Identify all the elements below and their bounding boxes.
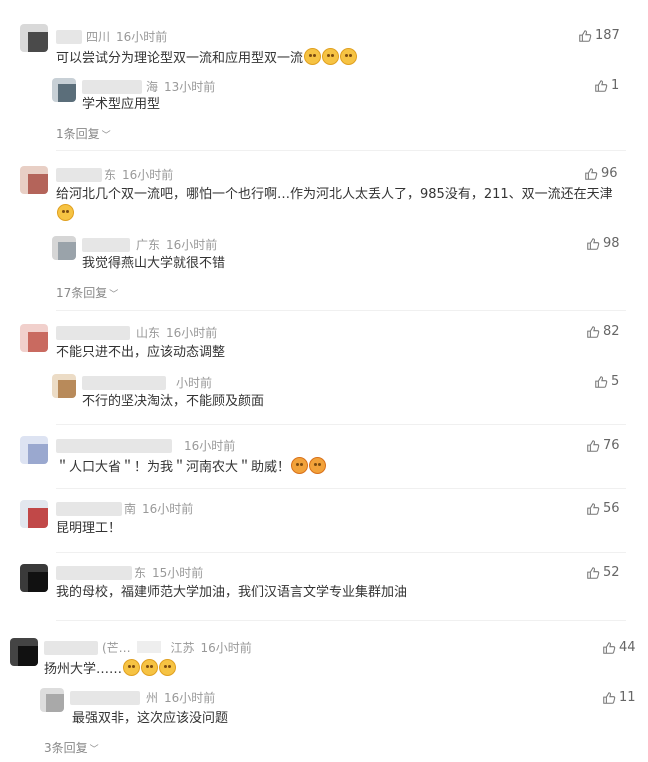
like-button[interactable]: 96 [584, 166, 618, 182]
laughing-cat-emoji-icon [141, 659, 159, 676]
divider [56, 424, 626, 425]
facepalm-emoji-icon [57, 204, 74, 221]
thumbs-up-icon [587, 503, 600, 515]
thumbs-up-icon [603, 692, 616, 704]
reply-text: 不行的坚决淘汰，不能顾及颜面 [82, 394, 265, 409]
thumbs-up-icon [595, 376, 608, 388]
comment-meta: 山东 16小时前 [136, 326, 218, 340]
chevron-down-icon: ﹀ [89, 745, 99, 755]
avatar[interactable] [20, 24, 48, 52]
reply-meta: 广东 16小时前 [136, 238, 218, 252]
like-button[interactable]: 52 [586, 565, 620, 581]
comment-list: 四川 16小时前 可以尝试分为理论型双一流和应用型双一流 187 海 13小时前 学… [0, 0, 648, 762]
divider [56, 150, 626, 151]
divider [56, 620, 626, 621]
comment-text: 不能只进不出，应该动态调整 [56, 345, 226, 360]
view-replies-link[interactable]: 1条回复 ﹀ [56, 126, 111, 144]
chevron-down-icon: ﹀ [109, 290, 119, 300]
divider [56, 552, 626, 553]
thumbs-up-icon [585, 168, 598, 180]
username-blurred[interactable] [56, 168, 102, 182]
like-button[interactable]: 187 [578, 28, 620, 44]
username-blurred[interactable] [44, 641, 98, 655]
view-replies-link[interactable]: 17条回复 ﹀ [56, 285, 118, 303]
reply-like-button[interactable]: 5 [594, 374, 619, 390]
reply-username-blurred[interactable] [82, 80, 142, 94]
laughing-cat-emoji-icon [340, 48, 358, 65]
comment-meta: 东 15小时前 [134, 566, 204, 580]
reply-avatar[interactable] [52, 236, 76, 260]
comment-text: 扬州大学…… [44, 659, 177, 679]
thumbs-up-icon [579, 30, 592, 42]
comment-text: ＂人口大省＂！为我＂河南农大＂助威！ [56, 457, 327, 477]
avatar[interactable] [20, 564, 48, 592]
reply-meta: 海 13小时前 [146, 80, 216, 94]
comment-meta: 16小时前 [184, 439, 236, 453]
comment-text: 昆明理工！ [56, 521, 122, 536]
comment-meta: 南 16小时前 [124, 502, 194, 516]
reply-username-blurred[interactable] [82, 238, 130, 252]
reply-text: 我觉得燕山大学就很不错 [82, 256, 226, 271]
view-replies-link[interactable]: 3条回复 ﹀ [44, 740, 99, 758]
thumbs-up-icon [587, 440, 600, 452]
avatar[interactable] [20, 324, 48, 352]
thumbs-up-icon [587, 326, 600, 338]
cheering-emoji-icon [291, 457, 309, 474]
reply-text: 学术型应用型 [82, 97, 161, 112]
avatar[interactable] [20, 436, 48, 464]
laughing-cat-emoji-icon [159, 659, 177, 676]
divider [56, 488, 626, 489]
comment-meta: 四川 16小时前 [86, 30, 168, 44]
reply-meta: 小时前 [176, 376, 213, 390]
reply-avatar[interactable] [52, 374, 76, 398]
chevron-down-icon: ﹀ [101, 131, 111, 141]
thumbs-up-icon [587, 238, 600, 250]
thumbs-up-icon [587, 567, 600, 579]
laughing-cat-emoji-icon [123, 659, 141, 676]
reply-like-button[interactable]: 98 [586, 236, 620, 252]
divider [56, 310, 626, 311]
reply-text: 最强双非，这次应该没问题 [72, 711, 229, 726]
username-blurred[interactable] [56, 30, 82, 44]
laughing-cat-emoji-icon [304, 48, 322, 65]
like-button[interactable]: 44 [602, 640, 636, 656]
like-button[interactable]: 76 [586, 438, 620, 454]
avatar[interactable] [10, 638, 38, 666]
reply-like-button[interactable]: 1 [594, 78, 619, 94]
comment-meta: (芒… 江苏 16小时前 [102, 641, 252, 655]
cheering-emoji-icon [309, 457, 327, 474]
comment-text: 给河北几个双一流吧，哪怕一个也行啊…作为河北人太丢人了，985没有，211、双一… [56, 186, 626, 224]
comment-text: 我的母校，福建师范大学加油，我们汉语言文学专业集群加油 [56, 585, 408, 600]
reply-username-blurred[interactable] [70, 691, 140, 705]
reply-username-blurred[interactable] [82, 376, 166, 390]
username-blurred[interactable] [56, 439, 172, 453]
like-button[interactable]: 82 [586, 324, 620, 340]
username-blurred[interactable] [56, 326, 130, 340]
reply-like-button[interactable]: 11 [602, 690, 636, 706]
avatar[interactable] [20, 166, 48, 194]
reply-avatar[interactable] [52, 78, 76, 102]
reply-avatar[interactable] [40, 688, 64, 712]
comment-text: 可以尝试分为理论型双一流和应用型双一流 [56, 48, 358, 68]
username-blurred[interactable] [56, 566, 132, 580]
like-button[interactable]: 56 [586, 501, 620, 517]
thumbs-up-icon [603, 642, 616, 654]
laughing-cat-emoji-icon [322, 48, 340, 65]
reply-meta: 州 16小时前 [146, 691, 216, 705]
avatar[interactable] [20, 500, 48, 528]
thumbs-up-icon [595, 80, 608, 92]
username-blurred[interactable] [56, 502, 122, 516]
comment-meta: 东 16小时前 [104, 168, 174, 182]
